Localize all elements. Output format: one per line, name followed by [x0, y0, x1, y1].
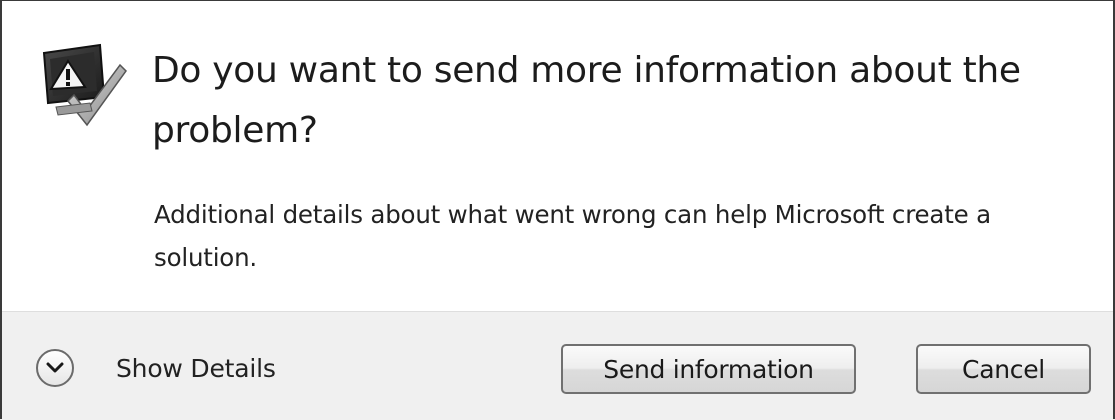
dialog-detail-text: Additional details about what went wrong…	[154, 200, 991, 272]
send-information-dialog: Do you want to send more information abo…	[0, 0, 1115, 420]
dialog-content: Do you want to send more information abo…	[2, 1, 1113, 311]
dialog-footer: Show Details Send information Cancel	[2, 311, 1113, 420]
chevron-down-icon[interactable]	[36, 349, 74, 387]
send-information-button[interactable]: Send information	[561, 344, 856, 394]
dialog-heading: Do you want to send more information abo…	[152, 50, 1021, 151]
cancel-button[interactable]: Cancel	[916, 344, 1091, 394]
show-details-label[interactable]: Show Details	[116, 354, 276, 383]
warning-monitor-icon	[30, 35, 130, 135]
show-details-toggle[interactable]: Show Details	[36, 346, 276, 390]
